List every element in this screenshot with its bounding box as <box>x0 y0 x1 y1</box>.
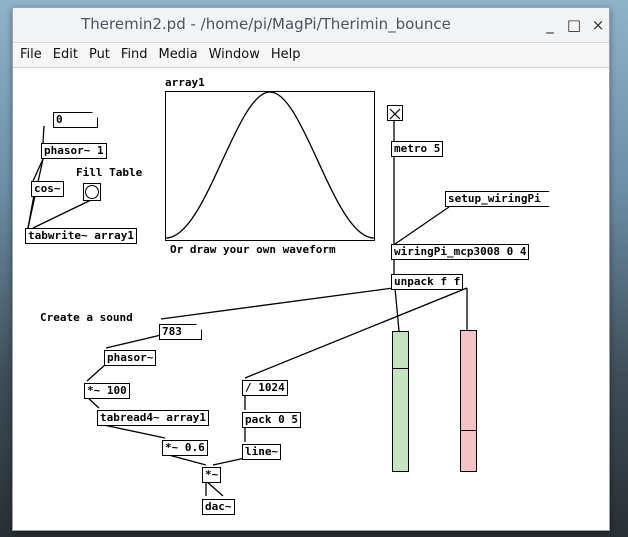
mult-100-object[interactable]: *~ 100 <box>84 383 130 399</box>
mult-0-6-object[interactable]: *~ 0.6 <box>162 440 208 456</box>
line-object[interactable]: line~ <box>242 444 282 460</box>
wire <box>105 334 162 349</box>
volume-slider-handle[interactable] <box>461 430 476 431</box>
menu-find[interactable]: Find <box>117 43 152 67</box>
menu-media[interactable]: Media <box>155 43 202 67</box>
menu-file[interactable]: File <box>16 43 46 67</box>
array-waveform <box>165 91 375 239</box>
wire <box>205 480 224 497</box>
pack-object[interactable]: pack 0 5 <box>242 412 301 428</box>
patch-canvas[interactable]: 0 phasor~ 1 cos~ Fill Table tabwrite~ ar… <box>13 68 609 530</box>
tabread4-object[interactable]: tabread4~ array1 <box>97 410 209 426</box>
wire <box>27 194 35 229</box>
wire <box>394 206 450 245</box>
menu-window[interactable]: Window <box>205 43 264 67</box>
menu-help[interactable]: Help <box>267 43 305 67</box>
minimize-icon[interactable]: _ <box>539 14 561 36</box>
close-icon[interactable]: × <box>587 14 609 36</box>
metro-toggle[interactable] <box>387 105 403 121</box>
mult-object[interactable]: *~ <box>202 467 222 483</box>
wire <box>32 158 44 182</box>
number-box-783[interactable]: 783 <box>159 324 202 340</box>
setup-wiringpi-message[interactable]: setup_wiringPi <box>445 191 550 207</box>
toggle-x-icon <box>389 108 401 120</box>
wire <box>212 457 246 466</box>
dac-object[interactable]: dac~ <box>202 499 235 515</box>
window-title: Theremin2.pd - /home/pi/MagPi/Therimin_b… <box>81 15 451 33</box>
menu-bar: File Edit Put Find Media Window Help <box>13 43 609 68</box>
fill-table-bang[interactable] <box>83 183 101 201</box>
wire <box>42 125 45 144</box>
cos-object[interactable]: cos~ <box>31 181 64 197</box>
number-box-0[interactable]: 0 <box>53 112 98 128</box>
divide-1024-object[interactable]: / 1024 <box>242 380 288 396</box>
unpack-object[interactable]: unpack f f <box>391 274 464 290</box>
pitch-slider-handle[interactable] <box>393 368 408 369</box>
wire <box>98 423 166 439</box>
menu-put[interactable]: Put <box>85 43 114 67</box>
wire <box>160 287 394 320</box>
wire <box>244 287 468 379</box>
metro-object[interactable]: metro 5 <box>391 141 444 157</box>
volume-slider[interactable] <box>460 330 477 472</box>
fill-table-label: Fill Table <box>76 166 143 179</box>
phasor-1-object[interactable]: phasor~ 1 <box>41 143 107 159</box>
create-sound-label: Create a sound <box>40 311 133 324</box>
wire <box>32 199 92 229</box>
pitch-slider[interactable] <box>392 331 409 472</box>
array1-graph[interactable] <box>165 91 375 241</box>
wire <box>394 287 400 332</box>
phasor-object[interactable]: phasor~ <box>104 350 157 366</box>
array-caption: Or draw your own waveform <box>170 243 336 256</box>
title-bar[interactable]: Theremin2.pd - /home/pi/MagPi/Therimin_b… <box>13 8 609 43</box>
wire <box>86 363 107 382</box>
wiringpi-mcp3008-object[interactable]: wiringPi_mcp3008 0 4 <box>391 244 530 260</box>
maximize-icon[interactable]: □ <box>563 14 585 36</box>
pd-patch-window: Theremin2.pd - /home/pi/MagPi/Therimin_b… <box>12 7 610 531</box>
tabwrite-object[interactable]: tabwrite~ array1 <box>25 228 137 244</box>
array-name-label: array1 <box>165 76 205 89</box>
menu-edit[interactable]: Edit <box>49 43 82 67</box>
